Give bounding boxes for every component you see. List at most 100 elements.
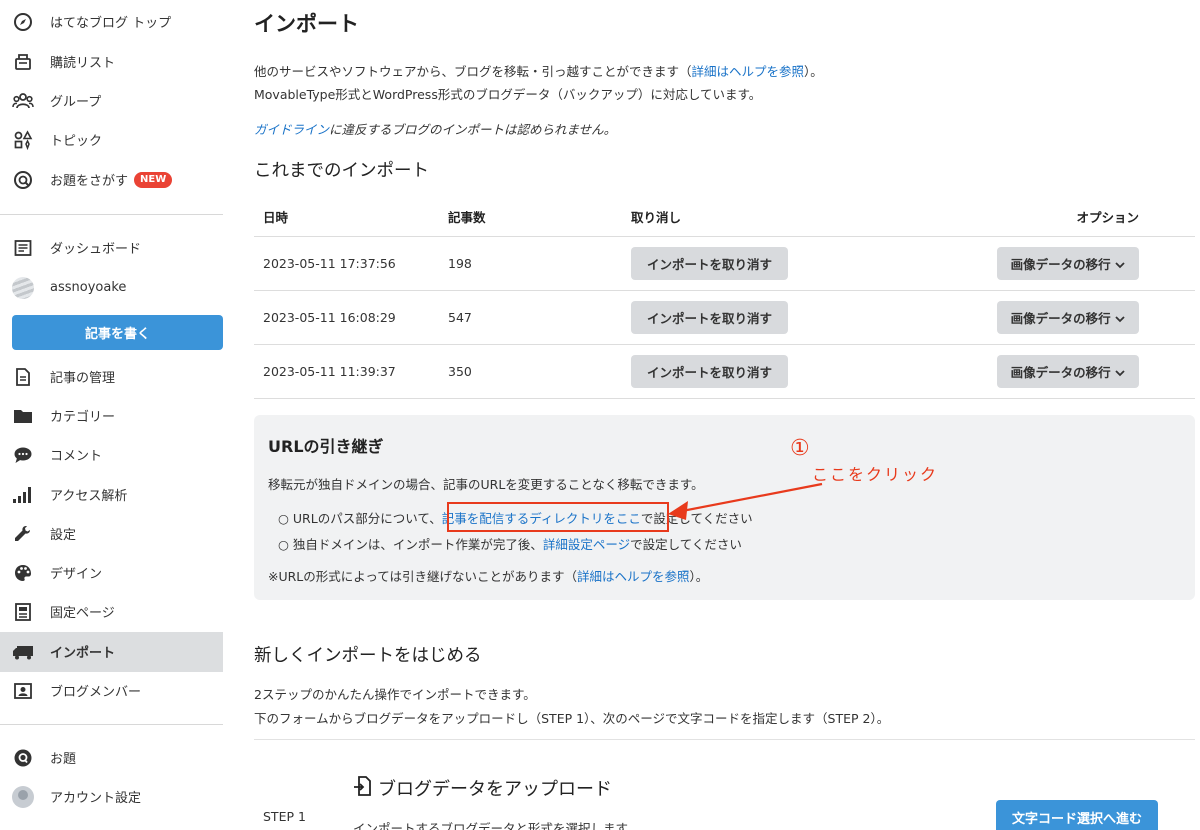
bullet-icon: ○ bbox=[278, 537, 293, 552]
sidebar-item-group[interactable]: グループ bbox=[0, 81, 235, 121]
help-link[interactable]: 詳細はヘルプを参照 bbox=[577, 569, 690, 584]
migrate-images-button[interactable]: 画像データの移行 bbox=[996, 300, 1139, 334]
section-divider bbox=[254, 739, 1195, 740]
cancel-cell: インポートを取り消す bbox=[622, 236, 979, 291]
chevron-down-icon bbox=[1115, 257, 1125, 272]
sidebar-item-label: お題をさがす bbox=[50, 174, 129, 190]
cancel-import-button[interactable]: インポートを取り消す bbox=[631, 300, 789, 334]
sidebar-item-hatena-top[interactable]: はてなブログ トップ bbox=[0, 2, 235, 42]
cancel-import-button[interactable]: インポートを取り消す bbox=[631, 246, 789, 280]
sidebar: はてなブログ トップ 購読リスト グループ トピック お題をさがす NEW ダッ… bbox=[0, 0, 235, 830]
cancel-cell: インポートを取り消す bbox=[622, 344, 979, 399]
new-badge: NEW bbox=[134, 171, 173, 188]
upload-title: ブログデータをアップロード bbox=[353, 775, 612, 801]
sidebar-item-label: ダッシュボード bbox=[50, 242, 142, 258]
sidebar-item-label: 記事の管理 bbox=[50, 371, 116, 387]
import-count: 547 bbox=[439, 290, 622, 345]
theme-icon bbox=[12, 747, 34, 769]
sidebar-item-label: カテゴリー bbox=[50, 410, 116, 426]
import-count: 350 bbox=[439, 344, 622, 399]
table-row: 2023-05-11 11:39:37 350 インポートを取り消す 画像データ… bbox=[254, 344, 1195, 399]
url-panel-note: ※URLの形式によっては引き継げないことがあります（詳細はヘルプを参照）。 bbox=[268, 566, 708, 585]
sidebar-item-label: グループ bbox=[50, 95, 102, 111]
advanced-settings-link[interactable]: 詳細設定ページ bbox=[543, 537, 630, 552]
dashboard-icon bbox=[12, 237, 34, 259]
palette-icon bbox=[12, 562, 34, 584]
url-panel-title: URLの引き継ぎ bbox=[268, 437, 384, 456]
sidebar-item-label: アクセス解析 bbox=[50, 489, 128, 505]
migrate-images-button[interactable]: 画像データの移行 bbox=[996, 246, 1139, 280]
migrate-images-label: 画像データの移行 bbox=[1010, 364, 1111, 380]
sidebar-item-settings[interactable]: 設定 bbox=[0, 514, 235, 554]
new-import-heading: 新しくインポートをはじめる bbox=[254, 646, 482, 666]
sidebar-item-theme-search[interactable]: お題をさがす NEW bbox=[0, 160, 235, 200]
sidebar-item-category[interactable]: カテゴリー bbox=[0, 396, 235, 436]
import-date: 2023-05-11 11:39:37 bbox=[254, 344, 439, 399]
page-title: インポート bbox=[254, 12, 359, 36]
new-import-line-1: 2ステップのかんたん操作でインポートできます。 bbox=[254, 687, 536, 702]
blog-avatar bbox=[12, 276, 34, 299]
sidebar-item-theme[interactable]: お題 bbox=[0, 738, 235, 778]
import-date: 2023-05-11 16:08:29 bbox=[254, 290, 439, 345]
sidebar-item-comment[interactable]: コメント bbox=[0, 435, 235, 475]
sidebar-item-topic[interactable]: トピック bbox=[0, 120, 235, 160]
sidebar-item-label: コメント bbox=[50, 449, 103, 465]
group-icon bbox=[12, 90, 34, 112]
upload-title-text: ブログデータをアップロード bbox=[378, 779, 612, 800]
sidebar-item-design[interactable]: デザイン bbox=[0, 553, 235, 593]
folder-icon bbox=[12, 405, 34, 427]
intro-text: 他のサービスやソフトウェアから、ブログを移転・引っ越すことができます（ bbox=[254, 64, 692, 79]
sidebar-item-label: お題 bbox=[50, 752, 77, 768]
table-row: 2023-05-11 17:37:56 198 インポートを取り消す 画像データ… bbox=[254, 236, 1195, 291]
guideline-text: に違反するブログのインポートは認められません。 bbox=[329, 122, 617, 137]
migrate-images-label: 画像データの移行 bbox=[1010, 256, 1111, 272]
note-text-end: ）。 bbox=[689, 569, 709, 584]
sidebar-item-label: 設定 bbox=[50, 528, 77, 544]
sidebar-item-reading-list[interactable]: 購読リスト bbox=[0, 42, 235, 82]
option-cell: 画像データの移行 bbox=[979, 344, 1195, 399]
sidebar-item-label: トピック bbox=[50, 134, 103, 150]
sidebar-item-dashboard[interactable]: ダッシュボード bbox=[0, 228, 235, 268]
cancel-import-button[interactable]: インポートを取り消す bbox=[631, 354, 789, 388]
truck-icon bbox=[12, 641, 34, 663]
sidebar-item-analytics[interactable]: アクセス解析 bbox=[0, 475, 235, 515]
table-row: 2023-05-11 16:08:29 547 インポートを取り消す 画像データ… bbox=[254, 290, 1195, 345]
comment-icon bbox=[12, 444, 34, 466]
sidebar-item-article-manage[interactable]: 記事の管理 bbox=[0, 357, 235, 397]
sidebar-item-label: アカウント設定 bbox=[50, 791, 142, 807]
sidebar-item-blog-member[interactable]: ブログメンバー bbox=[0, 671, 235, 711]
next-step-button[interactable]: 文字コード選択へ進む bbox=[996, 800, 1158, 830]
highlight-box bbox=[447, 502, 669, 532]
sidebar-item-label: はてなブログ トップ bbox=[50, 16, 172, 32]
option-cell: 画像データの移行 bbox=[979, 290, 1195, 345]
column-header-date: 日時 bbox=[254, 198, 439, 237]
import-date: 2023-05-11 17:37:56 bbox=[254, 236, 439, 291]
intro-text-end: ）。 bbox=[804, 64, 823, 79]
sidebar-item-static-page[interactable]: 固定ページ bbox=[0, 592, 235, 632]
topic-icon bbox=[12, 129, 34, 151]
member-icon bbox=[12, 680, 34, 702]
upload-desc: インポートするブログデータと形式を選択します。 bbox=[353, 821, 640, 830]
theme-search-icon bbox=[12, 169, 34, 191]
page-icon bbox=[12, 601, 34, 623]
account-avatar bbox=[12, 785, 34, 808]
note-text: ※URLの形式によっては引き継げないことがあります（ bbox=[268, 569, 578, 584]
sidebar-item-label: assnoyoake bbox=[50, 280, 127, 296]
upload-file-icon bbox=[353, 776, 373, 800]
sidebar-divider bbox=[0, 214, 223, 215]
write-article-button[interactable]: 記事を書く bbox=[12, 315, 223, 350]
sidebar-item-account-settings[interactable]: アカウント設定 bbox=[0, 777, 235, 817]
option-cell: 画像データの移行 bbox=[979, 236, 1195, 291]
intro-line-2: MovableType形式とWordPress形式のブログデータ（バックアップ）… bbox=[254, 87, 762, 102]
guideline-link[interactable]: ガイドライン bbox=[254, 122, 329, 137]
sidebar-item-import[interactable]: インポート bbox=[0, 632, 223, 672]
help-link[interactable]: 詳細はヘルプを参照 bbox=[692, 64, 805, 79]
column-header-option: オプション bbox=[979, 198, 1195, 237]
cancel-cell: インポートを取り消す bbox=[622, 290, 979, 345]
url-inheritance-panel: URLの引き継ぎ 移転元が独自ドメインの場合、記事のURLを変更することなく移転… bbox=[254, 415, 1195, 600]
bullet-icon: ○ bbox=[278, 511, 293, 526]
guideline-notice: ガイドラインに違反するブログのインポートは認められません。 bbox=[254, 119, 616, 138]
migrate-images-button[interactable]: 画像データの移行 bbox=[996, 354, 1139, 388]
sidebar-item-user[interactable]: assnoyoake bbox=[0, 268, 235, 308]
bullet-text: 独自ドメインは、インポート作業が完了後、 bbox=[292, 537, 543, 552]
